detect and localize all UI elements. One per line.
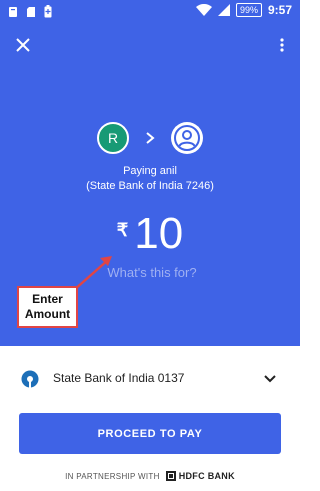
chevron-right-icon	[143, 131, 157, 145]
person-icon	[174, 125, 200, 151]
notification-icon	[9, 6, 17, 17]
sender-avatar: R	[97, 122, 129, 154]
close-icon	[16, 38, 30, 52]
chevron-down-icon	[264, 375, 276, 383]
battery-icon: 99%	[235, 3, 262, 17]
payee-avatar	[171, 122, 203, 154]
close-button[interactable]	[12, 34, 34, 56]
callout-line-1: Enter	[32, 292, 63, 306]
payment-panel: R Paying anil (State Bank of India 7246)…	[0, 24, 300, 346]
more-vert-icon	[280, 38, 284, 52]
hdfc-logo-icon	[165, 471, 176, 481]
signal-icon	[217, 4, 230, 16]
currency-symbol: ₹	[116, 220, 129, 240]
amount-value[interactable]: 10	[134, 210, 183, 258]
sd-card-icon	[27, 6, 35, 17]
payee-name: Paying anil	[123, 165, 177, 177]
proceed-to-pay-button[interactable]: PROCEED TO PAY	[19, 413, 281, 454]
status-left-icons	[8, 5, 52, 18]
more-options-button[interactable]	[274, 34, 290, 56]
payment-route: R	[0, 120, 300, 156]
payee-bank: (State Bank of India 7246)	[86, 180, 214, 192]
hdfc-logo: HDFC BANK	[165, 471, 235, 481]
wifi-icon	[195, 4, 212, 16]
battery-saver-icon	[44, 5, 52, 18]
status-bar: 99% 9:57	[0, 0, 300, 24]
sender-initial: R	[107, 130, 119, 146]
battery-percent: 99%	[239, 5, 258, 15]
enter-amount-callout: Enter Amount	[17, 286, 78, 328]
partnership-footer: IN PARTNERSHIP WITH HDFC BANK	[0, 471, 300, 481]
partner-name: HDFC BANK	[178, 471, 235, 481]
callout-line-2: Amount	[24, 307, 71, 321]
sbi-logo-icon	[21, 370, 39, 388]
partnership-text: IN PARTNERSHIP WITH	[65, 471, 160, 481]
bank-account-selector[interactable]: State Bank of India 0137	[0, 362, 300, 394]
bank-account-name: State Bank of India 0137	[53, 371, 185, 385]
amount-field[interactable]: ₹ 10	[0, 210, 300, 258]
status-right-icons: 99% 9:57	[195, 3, 292, 17]
clock: 9:57	[267, 3, 292, 17]
